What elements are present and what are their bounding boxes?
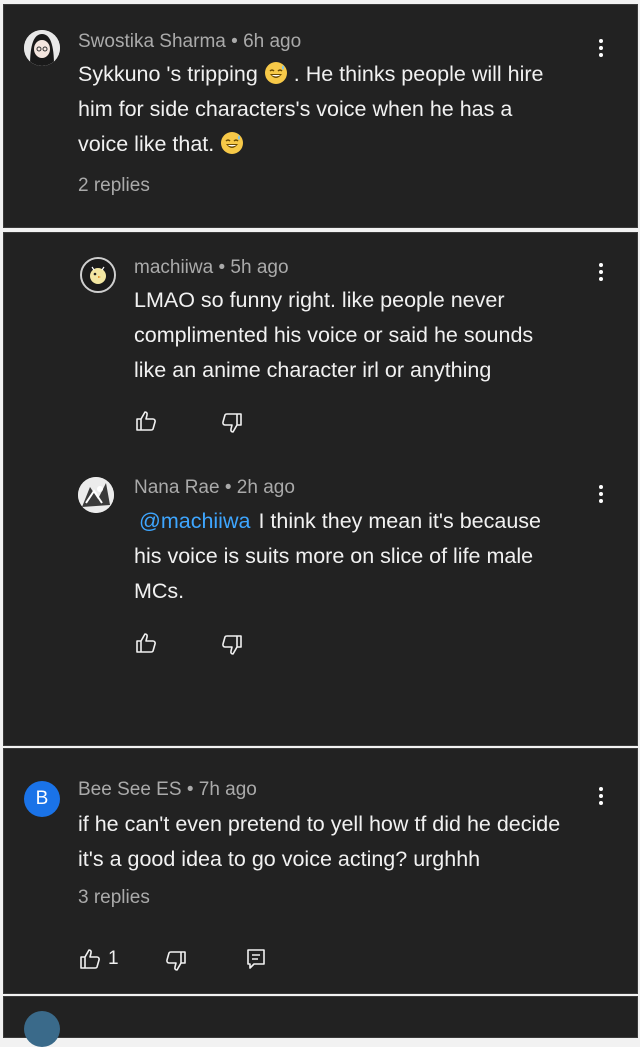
comment-line: @machiiwa I think they mean it's because [139, 509, 542, 533]
comment-line: if he can't even pretend to yell how tf … [78, 812, 561, 836]
avatar[interactable] [78, 477, 114, 513]
thumbs-down-icon[interactable] [164, 949, 188, 973]
comment-line: his voice is suits more on slice of life… [134, 544, 534, 568]
comment-body: Sykkuno 's tripping . He thinks people w… [78, 57, 608, 162]
view-replies-link[interactable]: 3 replies [78, 887, 150, 909]
meta-separator: • [231, 31, 238, 52]
comment-time: 7h ago [198, 779, 257, 800]
comment-line: LMAO so funny right. like people never [134, 288, 505, 312]
meta-separator: • [186, 779, 194, 800]
comment-line: MCs. [134, 579, 185, 603]
comment-body: @machiiwa I think they mean it's because … [134, 504, 614, 609]
like-count: 1 [108, 948, 119, 969]
avatar[interactable] [24, 1011, 60, 1047]
avatar-letter: B [35, 788, 49, 809]
grinning-sweat-emoji-icon [264, 62, 287, 84]
comment-card: B Bee See ES • 7h ago if he can't even p… [3, 748, 638, 994]
comment-author[interactable]: Swostika Sharma [78, 31, 226, 52]
mention-link[interactable]: @machiiwa [139, 509, 250, 533]
thumbs-up-icon[interactable] [134, 409, 158, 433]
sketch-avatar-icon [78, 477, 114, 513]
comment-line: Sykkuno 's tripping . He thinks people w… [78, 62, 544, 86]
replies-thread: machiiwa • 5h ago LMAO so funny right. l… [3, 232, 638, 746]
comment-card: Swostika Sharma • 6h ago Sykkuno 's trip… [3, 4, 638, 228]
more-options-icon[interactable] [598, 263, 604, 285]
anime-girl-avatar-icon [24, 30, 60, 66]
comment-line: voice like that. [78, 127, 608, 162]
comment-time: 5h ago [230, 257, 289, 278]
comment-body: LMAO so funny right. like people never c… [134, 283, 614, 388]
view-replies-link[interactable]: 2 replies [78, 175, 150, 197]
avatar[interactable] [80, 257, 116, 293]
avatar[interactable] [24, 30, 60, 66]
comment-line: complimented his voice or said he sounds [134, 323, 534, 347]
comment-card-partial [3, 996, 638, 1047]
comment-body: if he can't even pretend to yell how tf … [78, 807, 623, 877]
thumbs-up-icon[interactable] [134, 631, 158, 655]
comment-author[interactable]: Nana Rae [134, 477, 220, 498]
meta-separator: • [224, 477, 232, 498]
more-options-icon[interactable] [598, 787, 604, 809]
meta-separator: • [218, 257, 226, 278]
comment-line: like an anime character irl or anything [134, 358, 492, 382]
reply-comment-icon[interactable] [244, 947, 268, 971]
comment-author[interactable]: machiiwa [134, 257, 213, 278]
comment-time: 6h ago [243, 31, 302, 52]
avatar[interactable]: B [24, 781, 60, 817]
comment-author[interactable]: Bee See ES [78, 779, 182, 800]
thumbs-down-icon[interactable] [220, 633, 244, 657]
grinning-sweat-emoji-icon [221, 132, 244, 154]
comment-line: it's a good idea to go voice acting? urg… [78, 847, 481, 871]
comment-time: 2h ago [236, 477, 295, 498]
thumbs-down-icon[interactable] [220, 411, 244, 435]
chick-avatar-icon [82, 259, 114, 291]
thumbs-up-icon[interactable] [78, 947, 102, 971]
comment-line: him for side characters's voice when he … [78, 97, 513, 121]
